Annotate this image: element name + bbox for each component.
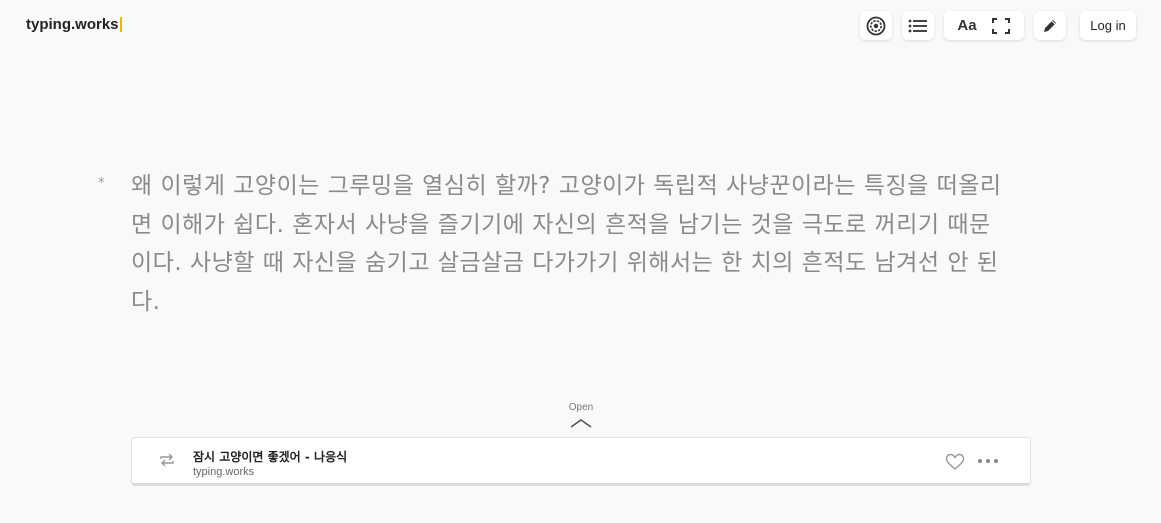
fullscreen-icon (992, 17, 1010, 34)
login-label: Log in (1090, 18, 1126, 33)
passage-bullet: * (98, 176, 105, 191)
repeat-icon[interactable] (158, 452, 176, 472)
settings-icon (866, 16, 886, 36)
open-label: Open (568, 402, 594, 413)
login-button[interactable]: Log in (1080, 11, 1136, 40)
song-source: typing.works (193, 466, 255, 478)
fullscreen-button[interactable] (986, 11, 1016, 40)
song-title: 잠시 고양이면 좋겠어 - 나응식 (193, 450, 348, 464)
pencil-icon (1042, 18, 1058, 34)
font-size-button[interactable]: Aa (952, 11, 982, 40)
open-player-toggle[interactable]: Open (556, 402, 606, 432)
typing-passage[interactable]: 왜 이렇게 고양이는 그루밍을 열심히 할까? 고양이가 독립적 사냥꾼이라는 … (131, 167, 1011, 321)
heart-icon[interactable] (945, 453, 965, 475)
settings-button[interactable] (860, 11, 892, 40)
cursor-caret (119, 17, 122, 32)
more-options-icon[interactable] (977, 453, 999, 473)
logo-text: typing.works (26, 16, 119, 33)
list-button[interactable] (902, 11, 934, 40)
app-root: typing.works Aa Log in * 왜 이렇게 고양이는 그루밍을… (0, 0, 1161, 523)
font-icon: Aa (957, 17, 977, 34)
edit-button[interactable] (1034, 11, 1066, 40)
music-player-bar: 잠시 고양이면 좋겠어 - 나응식 typing.works (131, 437, 1031, 486)
list-icon (908, 19, 928, 33)
view-options-group: Aa (944, 11, 1024, 40)
logo[interactable]: typing.works (26, 16, 122, 33)
chevron-up-icon (569, 413, 593, 432)
